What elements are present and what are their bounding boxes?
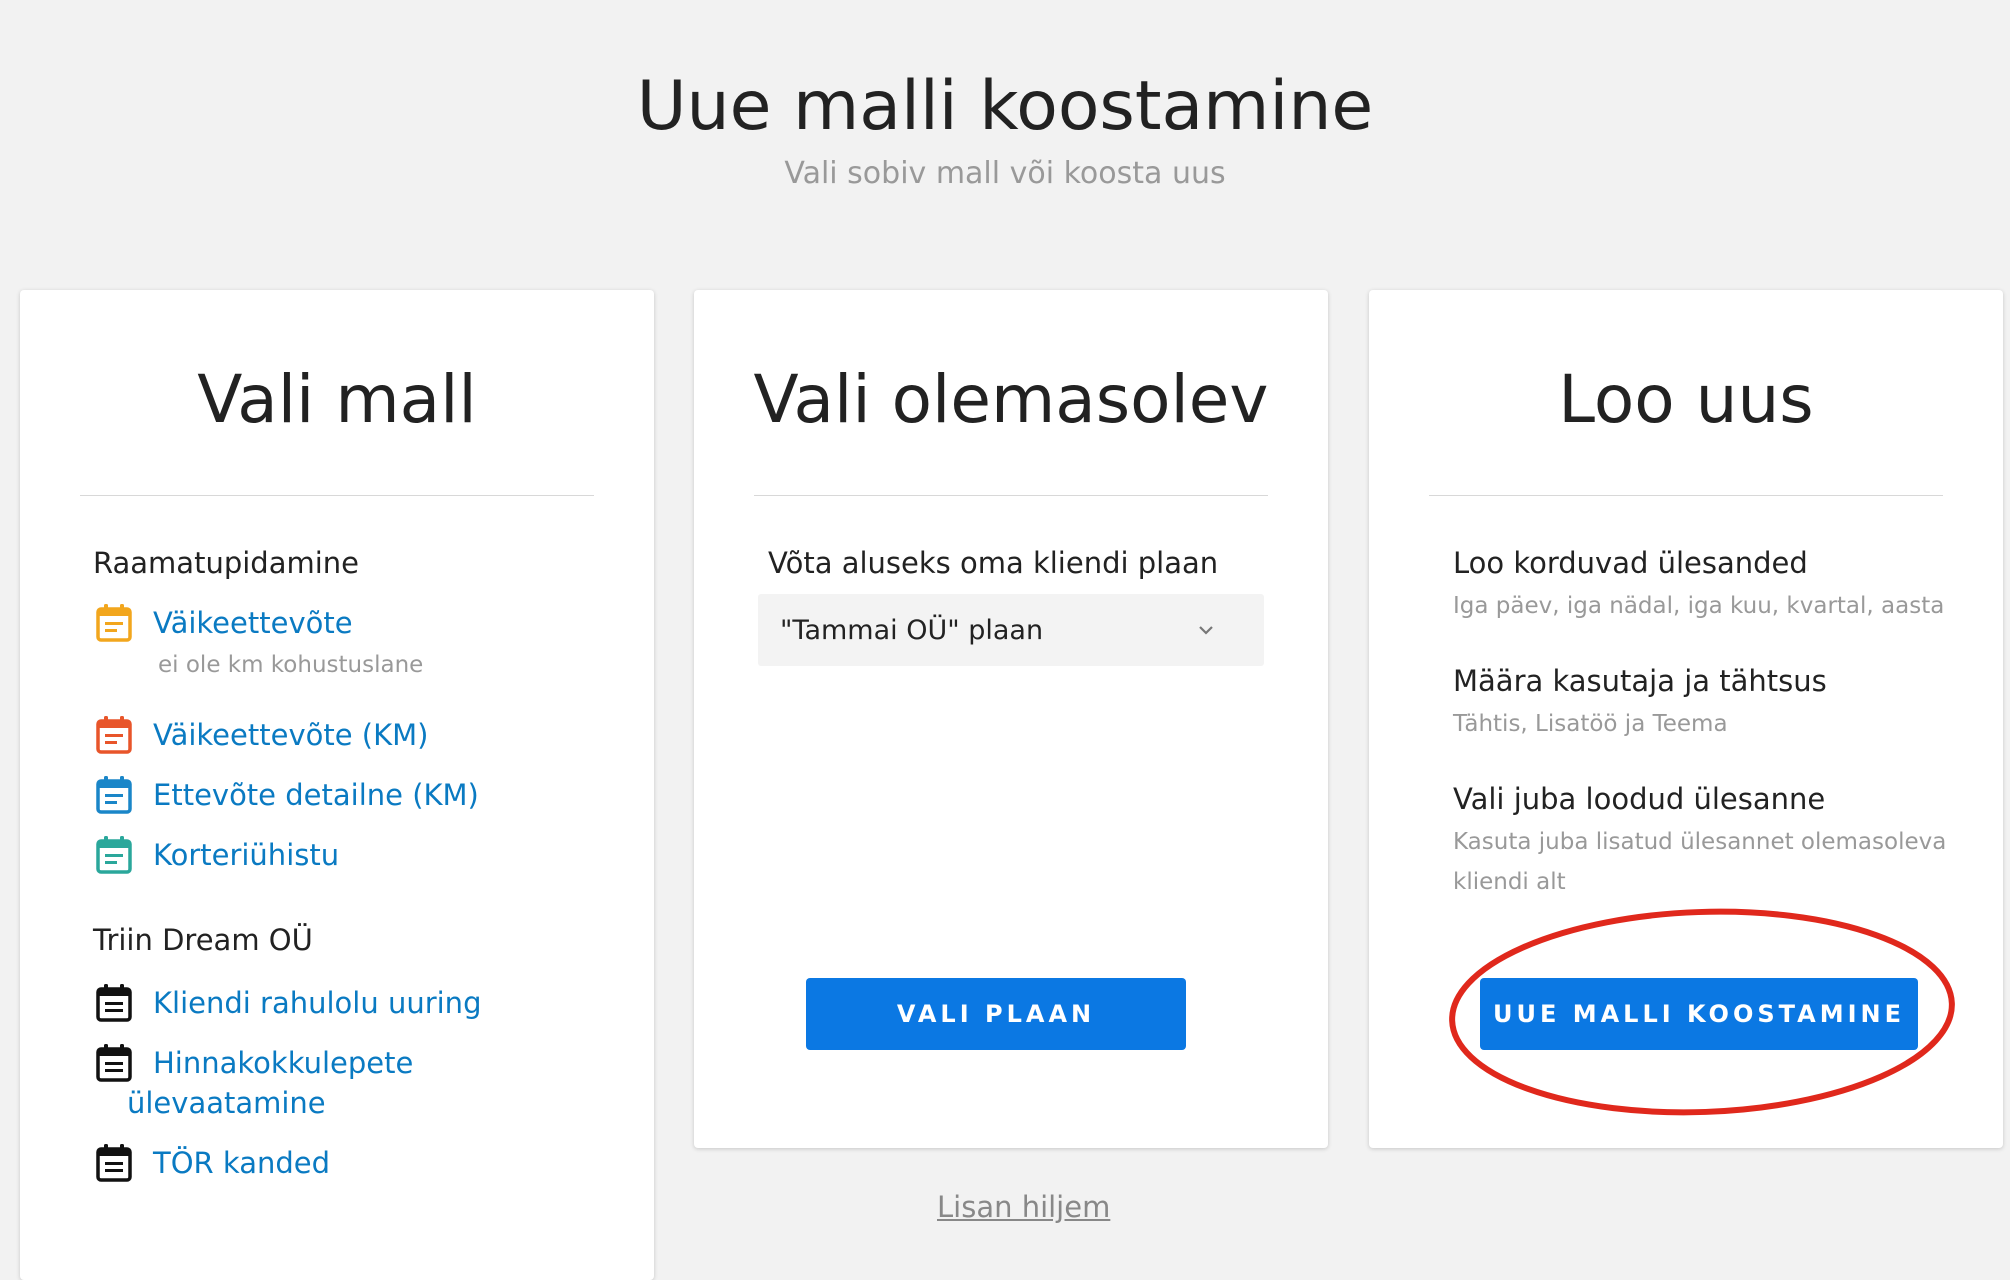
group-label-raamatupidamine: Raamatupidamine [93,546,359,580]
feature-description: Kasuta juba lisatud ülesannet olemasolev… [1453,829,1947,895]
template-item-vaikeettevote[interactable]: Väikeettevõte [95,603,353,643]
calendar-icon [96,604,132,642]
page-title: Uue malli koostamine [636,67,1374,146]
feature-title: Määra kasutaja ja tähtsus [1453,664,1827,698]
calendar-icon [96,1044,132,1082]
template-link[interactable]: Ettevõte detailne (KM) [153,775,479,815]
template-link[interactable]: Väikeettevõte (KM) [153,715,428,755]
template-link[interactable]: Kliendi rahulolu uuring [153,983,481,1023]
add-later-link[interactable]: Lisan hiljem [937,1190,1110,1224]
feature-title: Vali juba loodud ülesanne [1453,782,1826,816]
calendar-icon [96,776,132,814]
divider [754,495,1268,496]
template-subtitle: ei ole km kohustuslane [158,652,424,678]
template-link[interactable]: Korteriühistu [153,835,339,875]
template-item-korteriuhistu[interactable]: Korteriühistu [95,835,339,875]
card-title: Vali olemasolev [753,361,1269,438]
card-title: Vali mall [197,361,477,438]
divider [80,495,594,496]
group-label-triin-dream: Triin Dream OÜ [93,923,313,957]
select-plan-button[interactable]: VALI PLAAN [806,978,1186,1050]
existing-plan-card: Vali olemasolev Võta aluseks oma kliendi… [694,290,1328,1148]
template-link-continued[interactable]: ülevaatamine [127,1083,326,1123]
calendar-icon [96,836,132,874]
template-item-ettevote-detailne[interactable]: Ettevõte detailne (KM) [95,775,479,815]
calendar-icon [96,984,132,1022]
calendar-icon [96,716,132,754]
page-header: Uue malli koostamine Vali sobiv mall või… [0,62,2010,196]
create-new-card: Loo uus Loo korduvad ülesanded Iga päev,… [1369,290,2003,1148]
page-subtitle: Vali sobiv mall või koosta uus [784,156,1226,191]
feature-description: Iga päev, iga nädal, iga kuu, kvartal, a… [1453,593,1945,619]
template-card: Vali mall Raamatupidamine Väikeettevõte … [20,290,654,1280]
template-item-vaikeettevote-km[interactable]: Väikeettevõte (KM) [95,715,428,755]
client-plan-select[interactable]: "Tammai OÜ" plaan [758,594,1264,666]
template-link[interactable]: TÖR kanded [153,1143,330,1183]
template-link[interactable]: Hinnakokkulepete [153,1043,413,1083]
template-item-hinnakokkulepete[interactable]: Hinnakokkulepete [95,1043,413,1083]
calendar-icon [96,1144,132,1182]
select-label: Võta aluseks oma kliendi plaan [768,546,1219,580]
select-value: "Tammai OÜ" plaan [780,614,1044,646]
feature-title: Loo korduvad ülesanded [1453,546,1808,580]
create-template-button[interactable]: UUE MALLI KOOSTAMINE [1480,978,1918,1050]
card-title: Loo uus [1558,361,1814,438]
chevron-down-icon [1199,626,1213,635]
template-item-tor-kanded[interactable]: TÖR kanded [95,1143,330,1183]
template-link[interactable]: Väikeettevõte [153,603,353,643]
divider [1429,495,1943,496]
template-item-kliendi-rahulolu[interactable]: Kliendi rahulolu uuring [95,983,481,1023]
feature-description: Tähtis, Lisatöö ja Teema [1453,711,1728,737]
